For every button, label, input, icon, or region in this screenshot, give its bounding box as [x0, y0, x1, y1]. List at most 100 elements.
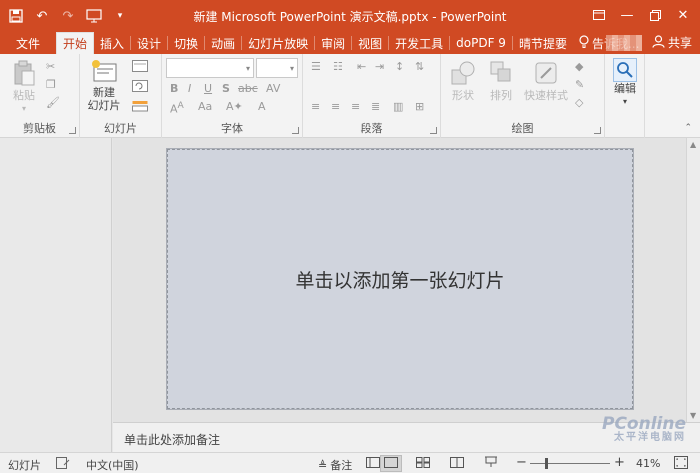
- numbering-icon[interactable]: ☷: [333, 60, 343, 73]
- share-button[interactable]: 共享: [652, 34, 692, 51]
- drawing-dialog-launcher[interactable]: [594, 127, 601, 134]
- shapes-button[interactable]: 形状: [445, 60, 481, 102]
- layout-icon[interactable]: [132, 60, 148, 75]
- underline-icon[interactable]: U: [204, 82, 212, 95]
- section-icon[interactable]: [132, 100, 148, 115]
- zoom-in-button[interactable]: +: [614, 455, 625, 470]
- bold-icon[interactable]: B: [170, 82, 178, 95]
- bullets-icon[interactable]: ☰: [311, 60, 321, 73]
- smartart-icon[interactable]: ⊞: [415, 100, 424, 113]
- tab-outline[interactable]: 晴节提要: [513, 32, 573, 54]
- tab-home[interactable]: 开始: [56, 32, 95, 54]
- slide-indicator[interactable]: 幻灯片: [8, 457, 41, 473]
- align-left-icon[interactable]: ≡: [311, 100, 320, 113]
- font-color-icon[interactable]: A: [258, 100, 266, 113]
- slides-group-label: 幻灯片: [104, 122, 137, 135]
- shape-fill-icon[interactable]: ◆: [575, 60, 583, 73]
- slide-canvas[interactable]: 单击以添加第一张幻灯片: [166, 148, 634, 410]
- arrange-button[interactable]: 排列: [485, 60, 517, 102]
- slideshow-view-button[interactable]: [480, 455, 502, 472]
- ribbon-tabs: 文件 开始 插入 设计 切换 动画 幻灯片放映 审阅 视图 开发工具 doPDF…: [0, 32, 700, 54]
- notes-icon: ≜: [318, 458, 328, 472]
- justify-icon[interactable]: ≣: [371, 100, 380, 113]
- ribbon-display-options-icon[interactable]: [586, 4, 612, 26]
- scroll-up-icon[interactable]: ▲: [690, 140, 696, 149]
- title-placeholder-text: 单击以添加第一张幻灯片: [295, 269, 505, 292]
- paste-label: 粘贴: [13, 89, 35, 102]
- tab-review[interactable]: 审阅: [315, 32, 351, 54]
- zoom-level-label: 41%: [636, 457, 661, 470]
- clipboard-dialog-launcher[interactable]: [69, 127, 76, 134]
- fit-to-window-button[interactable]: [674, 456, 688, 469]
- paragraph-dialog-launcher[interactable]: [430, 127, 437, 134]
- drawing-group-label: 绘图: [511, 122, 534, 135]
- text-direction-icon[interactable]: ⇅: [415, 60, 424, 73]
- clipboard-group: 粘贴 ▾ ✂ ❐ 🖌 剪贴板: [0, 54, 80, 138]
- slide-indicator-label: 幻灯片: [8, 459, 41, 472]
- zoom-out-button[interactable]: −: [516, 455, 527, 470]
- zoom-slider-track[interactable]: [530, 463, 610, 464]
- align-center-icon[interactable]: ≡: [331, 100, 340, 113]
- minimize-icon[interactable]: —: [614, 4, 640, 26]
- scroll-down-icon[interactable]: ▼: [690, 411, 696, 420]
- shape-outline-icon[interactable]: ✎: [575, 78, 584, 91]
- title-placeholder[interactable]: 单击以添加第一张幻灯片: [167, 149, 633, 409]
- increase-indent-icon[interactable]: ⇥: [375, 60, 384, 73]
- slide-sorter-icon: [384, 456, 398, 471]
- shadow-icon[interactable]: S: [222, 82, 230, 95]
- language-indicator[interactable]: 中文(中国): [86, 457, 139, 473]
- tab-developer[interactable]: 开发工具: [389, 32, 449, 54]
- tab-file[interactable]: 文件: [0, 32, 56, 54]
- tab-dopdf[interactable]: doPDF 9: [450, 32, 512, 54]
- align-right-icon[interactable]: ≡: [351, 100, 360, 113]
- editing-button[interactable]: 编辑 ▾: [609, 58, 641, 108]
- reading-view-button[interactable]: [446, 455, 468, 472]
- font-dialog-launcher[interactable]: [292, 127, 299, 134]
- cut-icon[interactable]: ✂: [46, 60, 55, 73]
- font-family-dropdown[interactable]: ▾: [166, 58, 254, 78]
- increase-font-icon[interactable]: AA: [170, 100, 184, 116]
- tab-design[interactable]: 设计: [131, 32, 167, 54]
- decrease-indent-icon[interactable]: ⇤: [357, 60, 366, 73]
- tab-animations[interactable]: 动画: [205, 32, 241, 54]
- tab-slideshow[interactable]: 幻灯片放映: [242, 32, 314, 54]
- paste-button[interactable]: 粘贴 ▾: [7, 60, 41, 115]
- tab-insert[interactable]: 插入: [94, 32, 130, 54]
- character-spacing-icon[interactable]: AV: [266, 82, 280, 95]
- close-icon[interactable]: ✕: [670, 4, 696, 26]
- tab-view[interactable]: 视图: [352, 32, 388, 54]
- change-case-icon[interactable]: Aa: [198, 100, 212, 113]
- font-size-dropdown[interactable]: ▾: [256, 58, 298, 78]
- tab-transitions[interactable]: 切换: [168, 32, 204, 54]
- vertical-scrollbar[interactable]: ▲ ▼: [686, 138, 700, 422]
- chevron-down-icon: ▾: [245, 64, 250, 73]
- search-icon: [613, 58, 637, 82]
- reading-grid-view-button[interactable]: [412, 455, 434, 472]
- clear-formatting-icon[interactable]: A✦: [226, 100, 243, 113]
- italic-icon[interactable]: I: [188, 82, 191, 95]
- account-name-redacted: [606, 35, 642, 51]
- notes-toggle-button[interactable]: ≜ 备注: [318, 457, 352, 473]
- zoom-slider-thumb[interactable]: [545, 458, 549, 469]
- quick-styles-icon: [533, 60, 559, 89]
- copy-icon[interactable]: ❐: [46, 78, 56, 91]
- language-label: 中文(中国): [86, 459, 139, 472]
- slide-sorter-view-button[interactable]: [380, 455, 402, 472]
- collapse-ribbon-icon[interactable]: ⌃: [684, 123, 692, 133]
- shape-effects-icon[interactable]: ◇: [575, 96, 583, 109]
- slide-thumbnail-pane[interactable]: [0, 138, 112, 452]
- window-controls: — ✕: [586, 4, 696, 26]
- zoom-level[interactable]: 41%: [636, 457, 660, 470]
- reset-icon[interactable]: [132, 80, 148, 95]
- arrange-icon: [489, 60, 513, 89]
- spelling-check-icon[interactable]: [56, 457, 70, 469]
- new-slide-button[interactable]: 新建 幻灯片: [84, 59, 124, 112]
- format-painter-icon[interactable]: 🖌: [46, 96, 60, 109]
- chevron-down-icon: ▾: [622, 97, 627, 106]
- strikethrough-icon[interactable]: abc: [238, 82, 258, 95]
- line-spacing-icon[interactable]: ↕: [395, 60, 404, 73]
- quick-styles-button[interactable]: 快速样式: [521, 60, 571, 102]
- restore-icon[interactable]: [642, 4, 668, 26]
- columns-icon[interactable]: ▥: [393, 100, 403, 113]
- editing-group: 编辑 ▾: [605, 54, 645, 138]
